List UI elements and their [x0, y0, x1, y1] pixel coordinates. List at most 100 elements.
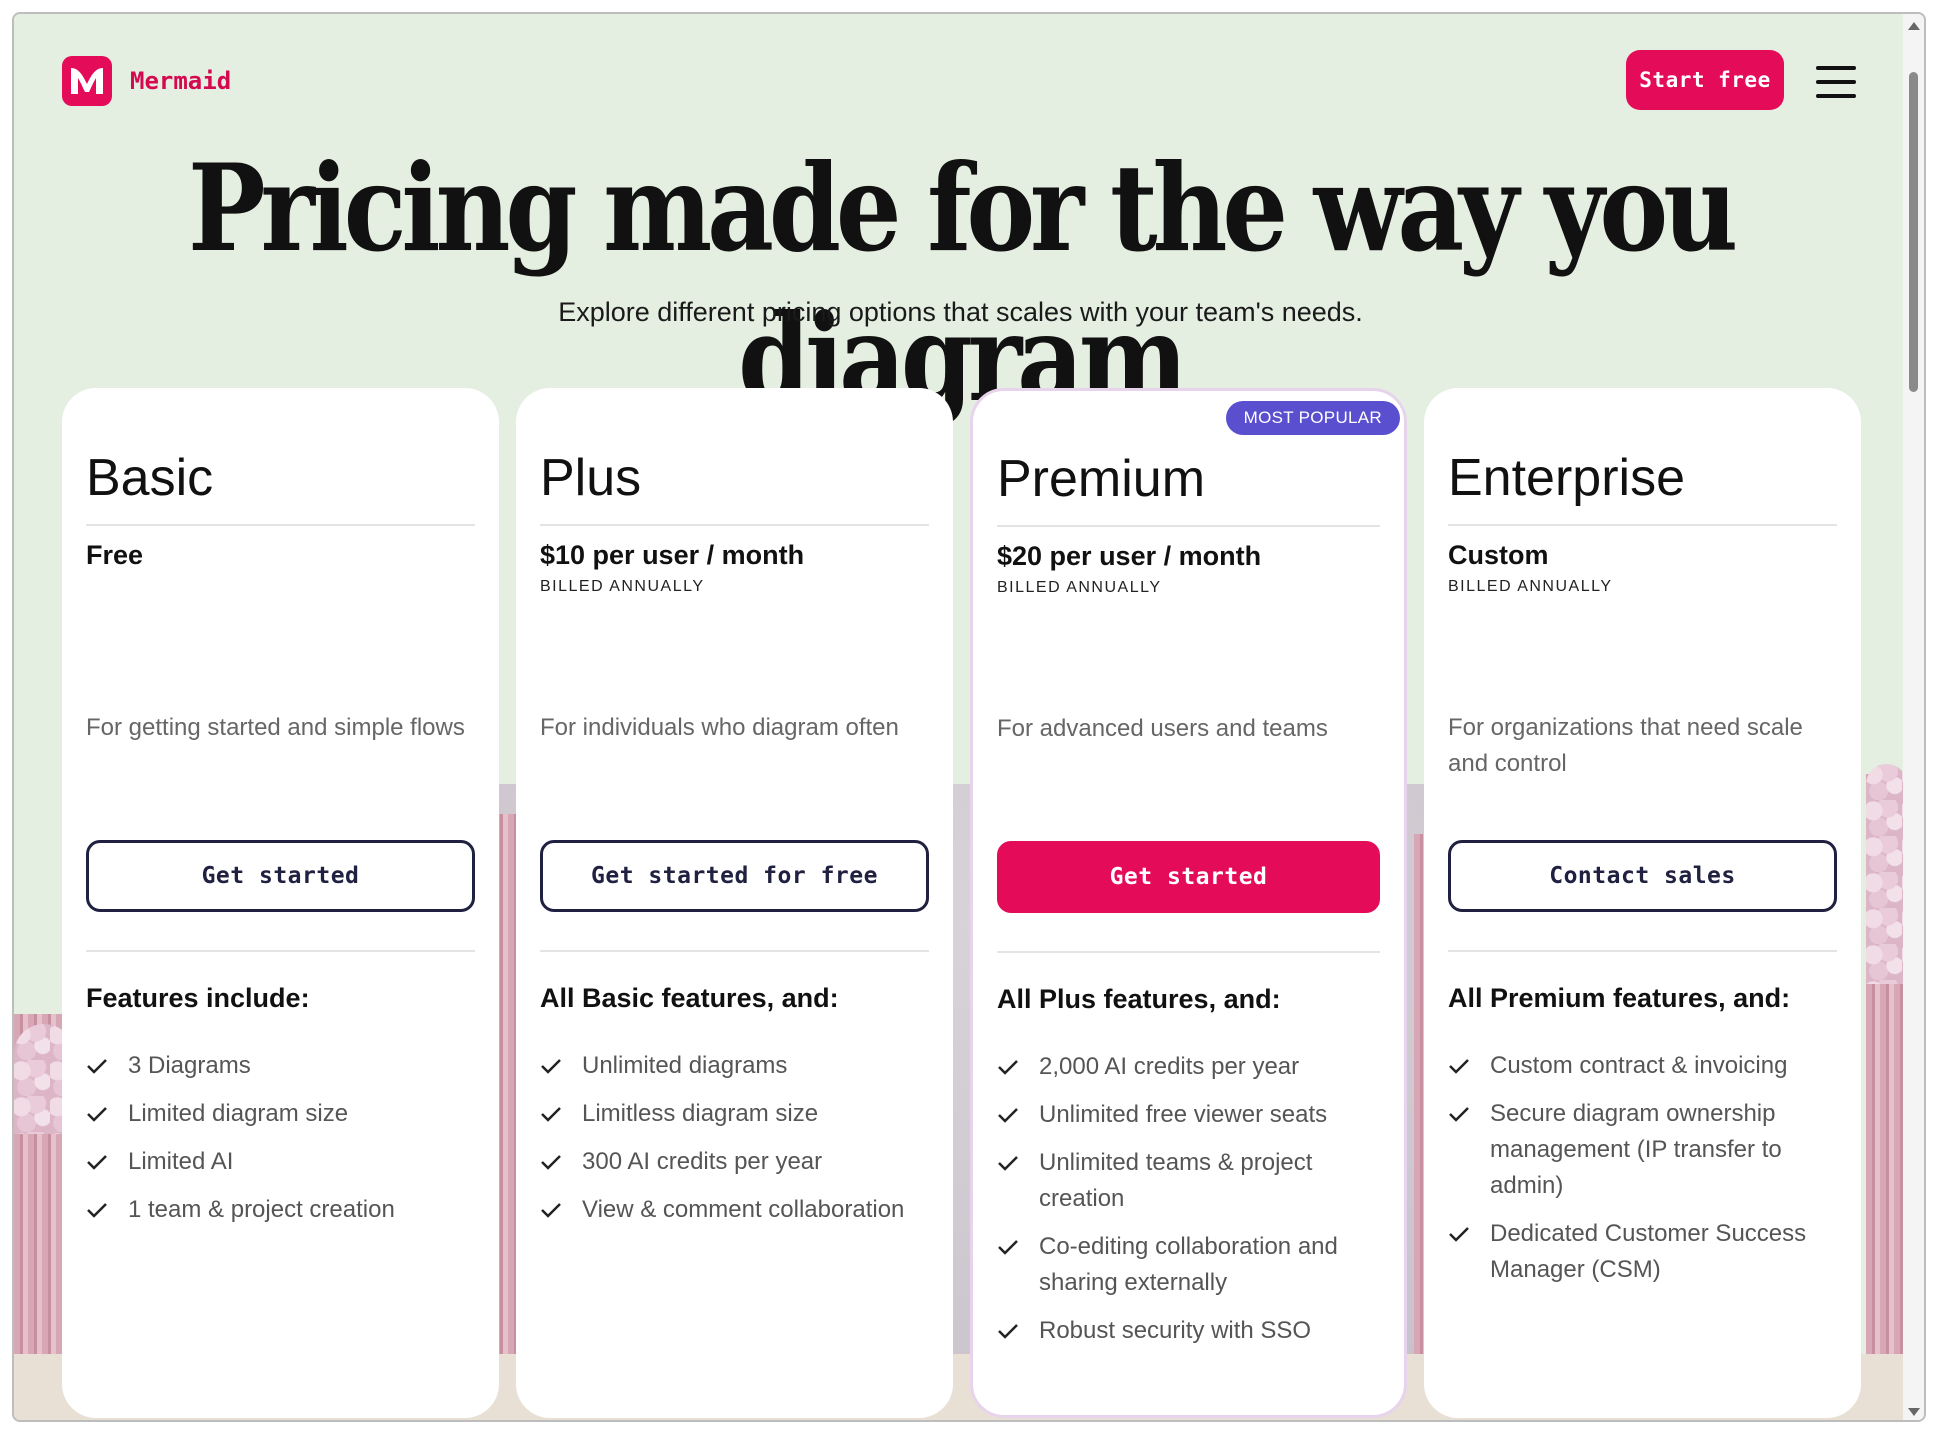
features-heading: All Basic features, and: — [540, 983, 839, 1013]
check-icon — [540, 1096, 582, 1132]
check-icon — [86, 1144, 128, 1180]
plan-description: For organizations that need scale and co… — [1448, 714, 1803, 777]
plan-price: Free — [86, 540, 144, 570]
feature-text: Robust security with SSO — [1039, 1317, 1312, 1344]
plan-card-premium: MOST POPULAR Premium $20 per user / mont… — [970, 388, 1407, 1418]
feature-text: Secure diagram ownership management (IP … — [1490, 1100, 1782, 1199]
feature-text: View & comment collaboration — [582, 1196, 905, 1223]
page-subtitle: Explore different pricing options that s… — [558, 297, 1363, 327]
billing-note: BILLED ANNUALLY — [1448, 578, 1613, 595]
billing-note: BILLED ANNUALLY — [540, 578, 705, 595]
check-icon — [86, 1096, 128, 1132]
list-item: Robust security with SSO — [997, 1313, 1384, 1349]
feature-text: Limited AI — [128, 1148, 234, 1175]
check-icon — [1448, 1096, 1490, 1132]
menu-line — [1816, 94, 1856, 98]
features-heading: All Premium features, and: — [1448, 983, 1791, 1013]
list-item: Limitless diagram size — [540, 1096, 933, 1132]
feature-text: 1 team & project creation — [128, 1196, 395, 1223]
mermaid-logo-icon — [62, 56, 112, 106]
check-icon — [997, 1049, 1039, 1085]
feature-list: 3 Diagrams Limited diagram size Limited … — [86, 1048, 479, 1240]
plan-name: Basic — [86, 449, 214, 507]
billing-note: BILLED ANNUALLY — [997, 579, 1162, 596]
feature-text: 300 AI credits per year — [582, 1148, 823, 1175]
brand-logo[interactable]: Mermaid — [62, 56, 231, 106]
features-heading: Features include: — [86, 983, 310, 1013]
list-item: 2,000 AI credits per year — [997, 1049, 1384, 1085]
check-icon — [540, 1048, 582, 1084]
menu-line — [1816, 66, 1856, 70]
check-icon — [1448, 1048, 1490, 1084]
divider — [997, 951, 1380, 953]
list-item: Custom contract & invoicing — [1448, 1048, 1841, 1084]
divider — [86, 524, 475, 526]
background-decoration — [1866, 764, 1907, 984]
check-icon — [997, 1229, 1039, 1265]
divider — [540, 950, 929, 952]
check-icon — [86, 1048, 128, 1084]
list-item: Dedicated Customer Success Manager (CSM) — [1448, 1216, 1841, 1288]
feature-list: 2,000 AI credits per year Unlimited free… — [997, 1049, 1384, 1361]
get-started-button[interactable]: Get started — [997, 841, 1380, 913]
feature-text: Limited diagram size — [128, 1100, 349, 1127]
start-free-button[interactable]: Start free — [1626, 50, 1784, 110]
plan-card-plus: Plus $10 per user / month BILLED ANNUALL… — [516, 388, 953, 1418]
feature-text: Custom contract & invoicing — [1490, 1052, 1788, 1079]
check-icon — [997, 1097, 1039, 1133]
hamburger-menu-icon[interactable] — [1816, 66, 1856, 98]
divider — [1448, 524, 1837, 526]
list-item: View & comment collaboration — [540, 1192, 933, 1228]
list-item: Limited diagram size — [86, 1096, 479, 1132]
list-item: Unlimited diagrams — [540, 1048, 933, 1084]
vertical-scrollbar[interactable] — [1903, 14, 1924, 1420]
plan-card-enterprise: Enterprise Custom BILLED ANNUALLY For or… — [1424, 388, 1861, 1418]
divider — [997, 525, 1380, 527]
list-item: Unlimited teams & project creation — [997, 1145, 1384, 1217]
features-heading: All Plus features, and: — [997, 984, 1281, 1014]
check-icon — [997, 1145, 1039, 1181]
scrollbar-thumb[interactable] — [1909, 72, 1918, 392]
plan-name: Premium — [997, 450, 1206, 508]
check-icon — [1448, 1216, 1490, 1252]
plan-name: Plus — [540, 449, 642, 507]
plan-name: Enterprise — [1448, 449, 1685, 507]
list-item: Co-editing collaboration and sharing ext… — [997, 1229, 1384, 1301]
check-icon — [540, 1144, 582, 1180]
list-item: 1 team & project creation — [86, 1192, 479, 1228]
plan-price: $10 per user / month — [540, 540, 805, 570]
feature-text: 2,000 AI credits per year — [1039, 1053, 1300, 1080]
plan-card-basic: Basic Free For getting started and simpl… — [62, 388, 499, 1418]
feature-list: Custom contract & invoicing Secure diagr… — [1448, 1048, 1841, 1300]
feature-text: Dedicated Customer Success Manager (CSM) — [1490, 1220, 1807, 1283]
list-item: 3 Diagrams — [86, 1048, 479, 1084]
check-icon — [997, 1313, 1039, 1349]
feature-text: Unlimited free viewer seats — [1039, 1101, 1328, 1128]
check-icon — [86, 1192, 128, 1228]
feature-text: Co-editing collaboration and sharing ext… — [1039, 1233, 1338, 1296]
brand-name: Mermaid — [130, 67, 232, 95]
list-item: Unlimited free viewer seats — [997, 1097, 1384, 1133]
contact-sales-button[interactable]: Contact sales — [1448, 840, 1837, 912]
get-started-button[interactable]: Get started — [86, 840, 475, 912]
divider — [86, 950, 475, 952]
page-viewport: Mermaid Start free Pricing made for the … — [14, 14, 1907, 1420]
divider — [540, 524, 929, 526]
scroll-down-arrow-icon[interactable] — [1908, 1408, 1920, 1416]
list-item: Secure diagram ownership management (IP … — [1448, 1096, 1841, 1204]
plan-description: For individuals who diagram often — [540, 714, 899, 741]
feature-list: Unlimited diagrams Limitless diagram siz… — [540, 1048, 933, 1240]
menu-line — [1816, 80, 1856, 84]
scroll-up-arrow-icon[interactable] — [1908, 22, 1920, 30]
plan-description: For getting started and simple flows — [86, 714, 465, 741]
most-popular-badge: MOST POPULAR — [1225, 401, 1400, 435]
feature-text: Unlimited diagrams — [582, 1052, 788, 1079]
divider — [1448, 950, 1837, 952]
feature-text: Limitless diagram size — [582, 1100, 819, 1127]
browser-window: Mermaid Start free Pricing made for the … — [12, 12, 1926, 1422]
list-item: 300 AI credits per year — [540, 1144, 933, 1180]
get-started-free-button[interactable]: Get started for free — [540, 840, 929, 912]
list-item: Limited AI — [86, 1144, 479, 1180]
plan-price: Custom — [1448, 540, 1549, 570]
plan-price: $20 per user / month — [997, 541, 1262, 571]
